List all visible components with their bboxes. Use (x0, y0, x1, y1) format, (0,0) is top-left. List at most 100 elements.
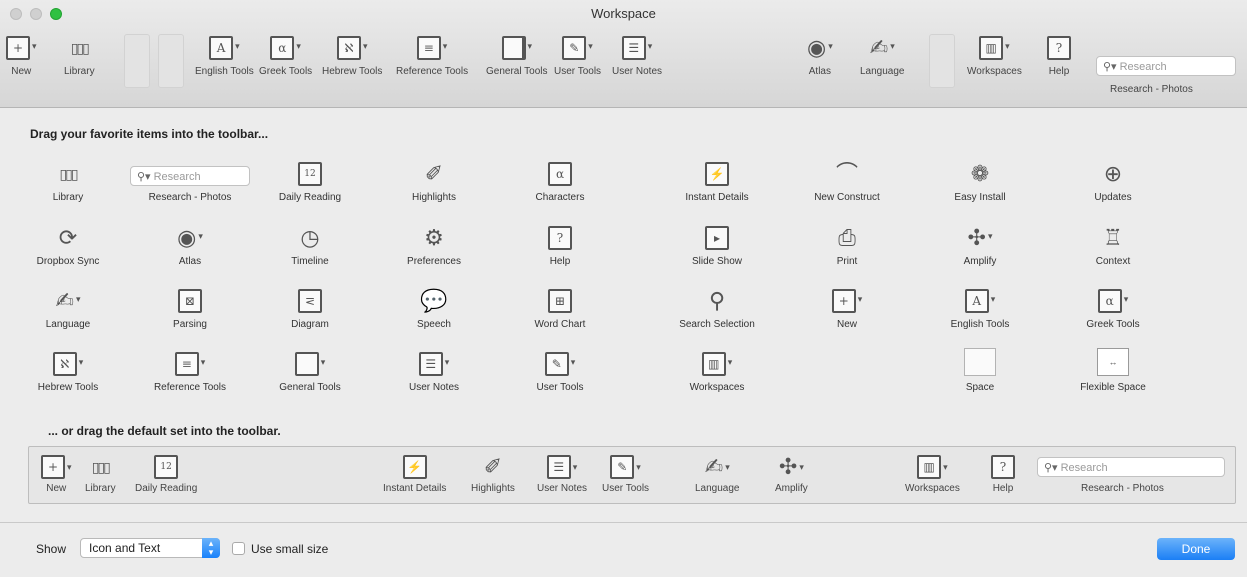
palette-item-label: Context (1095, 256, 1131, 267)
toolbar-item-library[interactable]: ▯▯▯ Library (64, 32, 95, 77)
default-item-instant-details: ⚡ Instant Details (383, 455, 446, 494)
palette-item-flexible-space[interactable]: ↔ Flexible Space (1058, 348, 1168, 393)
toolbar-item-label: English Tools (195, 66, 254, 77)
user-tools-icon: ✎ (562, 36, 587, 60)
palette-item-context[interactable]: ♖ Context (1058, 222, 1168, 268)
toolbar-item-greek-tools[interactable]: α ▾ Greek Tools (259, 32, 312, 77)
palette-item-label: English Tools (950, 319, 1010, 330)
customize-toolbar-window: Workspace + ▾ New ▯▯▯ Library A ▾ English … (0, 0, 1247, 577)
palette-item-workspaces[interactable]: ▥ ▾ Workspaces (662, 348, 772, 393)
toolbar-item-label: User Notes (612, 66, 663, 77)
palette-item-general-tools[interactable]: ▾ General Tools (255, 348, 365, 393)
default-item-label: User Notes (537, 483, 588, 494)
new-document-icon: + (6, 36, 30, 60)
palette-item-highlights[interactable]: ✐ Highlights (379, 158, 489, 204)
library-icon: ▯▯▯ (70, 40, 90, 56)
palette-item-easy-install[interactable]: ❁ Easy Install (925, 158, 1035, 204)
palette-item-new[interactable]: + ▾ New (792, 285, 902, 330)
toolbar-space[interactable] (929, 34, 955, 88)
palette-item-characters[interactable]: α Characters (505, 158, 615, 203)
palette-item-daily-reading[interactable]: 12 Daily Reading (255, 158, 365, 203)
toolbar-item-label: Atlas (808, 66, 831, 77)
palette-item-print[interactable]: ⎙ Print (792, 222, 902, 268)
palette-item-amplify[interactable]: ✣ ▾ Amplify (925, 222, 1035, 268)
toolbar-item-general-tools[interactable]: ▾ General Tools (486, 32, 548, 77)
show-mode-select[interactable]: Icon and Text ▴ ▾ (80, 538, 220, 558)
palette-item-user-notes[interactable]: ☰ ▾ User Notes (379, 348, 489, 393)
palette-item-label: User Notes (408, 382, 459, 393)
palette-item-label: Greek Tools (1086, 319, 1140, 330)
language-icon: ✍ (55, 288, 74, 313)
palette-item-user-tools[interactable]: ✎ ▾ User Tools (505, 348, 615, 393)
palette-item-label: Space (965, 382, 995, 393)
default-item-label: Library (85, 483, 116, 494)
toolbar-item-reference-tools[interactable]: ≡ ▾ Reference Tools (396, 32, 468, 77)
palette-item-dropbox-sync[interactable]: ⟳ Dropbox Sync (13, 222, 123, 268)
palette-item-slide-show[interactable]: ▸ Slide Show (662, 222, 772, 267)
chevron-down-icon: ▾ (990, 293, 996, 304)
atlas-icon: ◉ (807, 35, 827, 60)
toolbar-item-language[interactable]: ✍ ▾ Language (860, 32, 905, 78)
chevron-down-icon: ▾ (235, 40, 240, 51)
palette-item-label: Instant Details (685, 192, 749, 203)
toolbar-space[interactable] (158, 34, 184, 88)
default-item-language: ✍ ▾ Language (695, 455, 740, 495)
toolbar-search-field[interactable]: ⚲▾ Research (1096, 56, 1236, 76)
small-size-checkbox[interactable] (232, 542, 245, 555)
toolbar-item-help[interactable]: ? Help (1047, 32, 1071, 77)
palette-item-word-chart[interactable]: ⊞ Word Chart (505, 285, 615, 330)
palette-item-label: Flexible Space (1080, 382, 1146, 393)
chevron-down-icon: ▾ (725, 461, 730, 472)
toolbar-item-workspaces[interactable]: ▥ ▾ Workspaces (967, 32, 1022, 77)
palette-item-library[interactable]: ▯▯▯ Library (13, 158, 123, 203)
palette-item-space[interactable]: Space (925, 348, 1035, 393)
palette-item-hebrew-tools[interactable]: ℵ ▾ Hebrew Tools (13, 348, 123, 393)
palette-item-label: Parsing (173, 319, 207, 330)
toolbar-item-hebrew-tools[interactable]: ℵ ▾ Hebrew Tools (322, 32, 382, 77)
palette-item-atlas[interactable]: ◉ ▾ Atlas (135, 222, 245, 268)
help-icon: ? (1047, 36, 1071, 60)
palette-item-new-construct[interactable]: ⌒ New Construct (792, 158, 902, 204)
palette-item-greek-tools[interactable]: α ▾ Greek Tools (1058, 285, 1168, 330)
palette-item-english-tools[interactable]: A ▾ English Tools (925, 285, 1035, 330)
calendar-icon: 12 (154, 455, 179, 479)
toolbar-item-atlas[interactable]: ◉ ▾ Atlas (807, 32, 833, 78)
help-icon: ? (991, 455, 1015, 479)
default-item-label: Highlights (471, 483, 515, 494)
palette-item-reference-tools[interactable]: ≡ ▾ Reference Tools (135, 348, 245, 393)
palette-item-diagram[interactable]: ⋜ Diagram (255, 285, 365, 330)
palette-item-instant-details[interactable]: ⚡ Instant Details (662, 158, 772, 203)
palette-item-speech[interactable]: 💬 Speech (379, 285, 489, 331)
default-item-label: Workspaces (905, 483, 960, 494)
palette-item-parsing[interactable]: ⊠ Parsing (135, 285, 245, 330)
palette-item-search-selection[interactable]: ⚲ Search Selection (662, 285, 772, 331)
toolbar-item-user-notes[interactable]: ☰ ▾ User Notes (612, 32, 662, 77)
palette-item-timeline[interactable]: ◷ Timeline (255, 222, 365, 268)
palette-item-help[interactable]: ? Help (505, 222, 615, 267)
toolbar-item-english-tools[interactable]: A ▾ English Tools (195, 32, 254, 77)
toolbar-space[interactable] (124, 34, 150, 88)
slideshow-icon: ▸ (705, 226, 729, 250)
palette-item-preferences[interactable]: ⚙ Preferences (379, 222, 489, 268)
easy-install-icon: ❁ (970, 161, 990, 186)
palette-item-updates[interactable]: ⊕ Updates (1058, 158, 1168, 204)
general-tools-icon (294, 352, 319, 376)
chevron-down-icon: ▾ (943, 461, 948, 472)
reference-tools-icon: ≡ (174, 352, 199, 376)
toolbar-item-user-tools[interactable]: ✎ ▾ User Tools (554, 32, 601, 77)
palette-item-research-photos[interactable]: ⚲▾ Research Research - Photos (130, 158, 250, 203)
done-button[interactable]: Done (1157, 538, 1235, 560)
default-item-highlights: ✐ Highlights (471, 455, 515, 495)
palette-item-label: Reference Tools (153, 382, 227, 393)
chevron-down-icon: ▾ (527, 40, 533, 51)
chevron-down-icon: ▾ (1123, 293, 1129, 304)
sync-icon: ⟳ (58, 225, 78, 250)
user-notes-icon: ☰ (418, 352, 443, 376)
default-set-bar[interactable]: + ▾ New ▯▯▯ Library 12 Daily Reading ⚡ Instan… (28, 446, 1236, 504)
palette-item-label: Research - Photos (148, 192, 232, 203)
palette-item-label: Speech (417, 319, 451, 330)
chevron-down-icon: ▾ (442, 40, 448, 51)
english-tools-icon: A (209, 36, 234, 60)
toolbar-item-new[interactable]: + ▾ New (6, 32, 37, 77)
palette-item-language[interactable]: ✍ ▾ Language (13, 285, 123, 331)
